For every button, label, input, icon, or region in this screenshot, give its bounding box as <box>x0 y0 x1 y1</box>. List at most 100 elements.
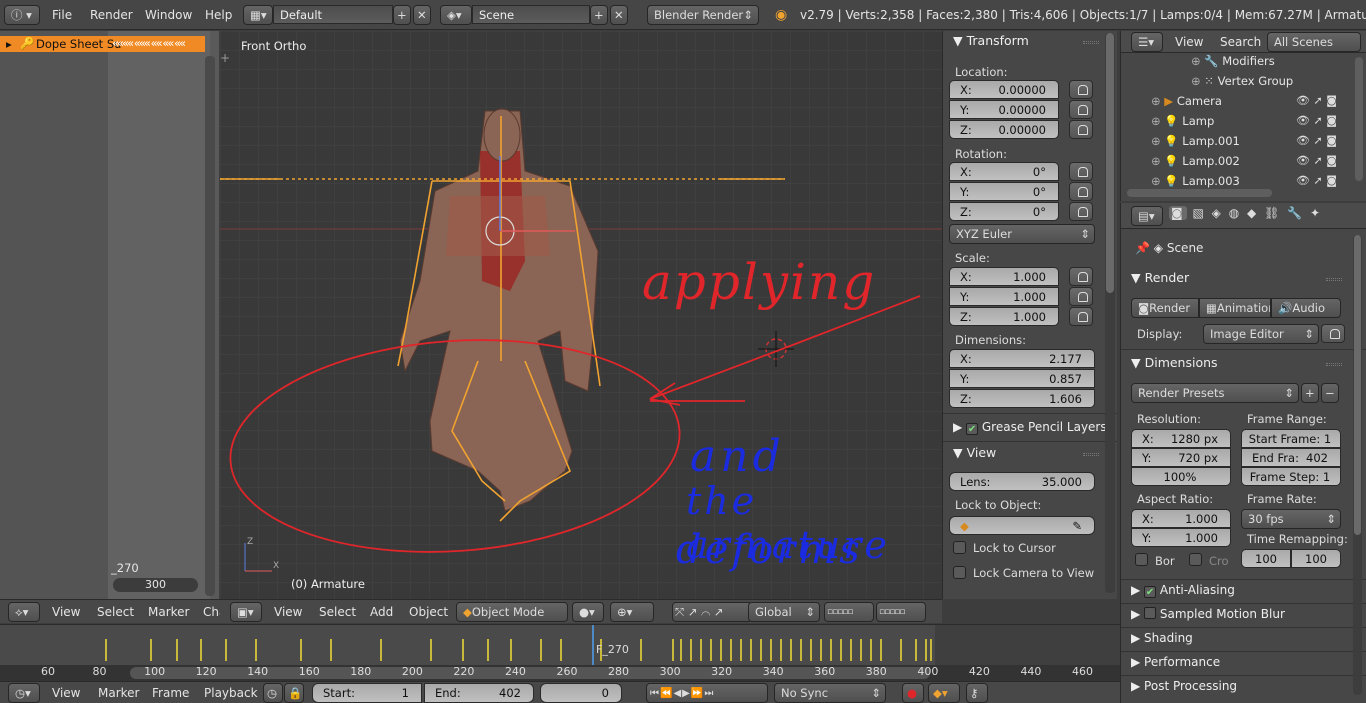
render-tab-icon[interactable]: ◙ <box>1169 206 1187 220</box>
interaction-mode-dropdown[interactable]: ◆ Object Mode <box>456 602 568 622</box>
pivot-dropdown[interactable]: ⊕▾ <box>610 602 654 622</box>
render-engine-dropdown[interactable]: Blender Render ⇕ <box>647 5 759 25</box>
current-frame-input[interactable]: 0 <box>540 683 622 703</box>
grease-pencil-panel-header[interactable]: ▶ ✔ Grease Pencil Layers <box>953 420 1107 435</box>
data-tab-icon[interactable]: ✦ <box>1310 206 1322 220</box>
menu-window[interactable]: Window <box>145 8 192 22</box>
scrollbar-thumb[interactable] <box>1354 235 1361 535</box>
shading-dropdown[interactable]: ●▾ <box>572 602 604 622</box>
outliner-item-vertex-group[interactable]: ⊕ ⁙ Vertex Group <box>1191 74 1293 88</box>
manipulator-buttons[interactable]: ⤧ ↗ ⌒ ↗ <box>672 602 752 622</box>
render-layers-icon[interactable]: ▧ <box>1192 206 1205 220</box>
checkbox-checked-icon[interactable]: ✔ <box>966 423 979 435</box>
transform-panel-header[interactable]: ▼ Transform <box>953 33 1029 48</box>
jump-start-icon[interactable]: ⏮ <box>650 688 660 699</box>
preview-range-button[interactable]: ◷ <box>263 683 283 703</box>
render-camera-icon[interactable]: ◙ <box>1326 174 1337 187</box>
scene-add-button[interactable]: + <box>590 5 608 25</box>
eye-icon[interactable]: 👁 <box>1296 154 1310 167</box>
visibility-toggles[interactable]: 👁 ➚ ◙ <box>1296 114 1337 127</box>
outliner-h-scrollbar[interactable] <box>1127 189 1272 197</box>
layout-add-button[interactable]: + <box>393 5 411 25</box>
editor-type-dopesheet-button[interactable]: ⟡▾ <box>8 602 40 622</box>
lock-location-z-icon[interactable] <box>1069 120 1093 139</box>
horizontal-scroll-field[interactable]: 300 <box>113 578 198 592</box>
eye-icon[interactable]: 👁 <box>1296 174 1310 187</box>
shading-header[interactable]: ▶ Shading <box>1131 631 1193 645</box>
visibility-toggles[interactable]: 👁 ➚ ◙ <box>1296 134 1337 147</box>
layers-block-1[interactable]: ▫▫▫▫▫ <box>824 602 874 622</box>
resolution-x-field[interactable]: X: 1280 px <box>1131 429 1231 448</box>
lock-rotation-y-icon[interactable] <box>1069 182 1093 201</box>
start-frame-field[interactable]: Start Frame: 1 <box>1241 429 1341 448</box>
lock-to-cursor-checkbox[interactable] <box>953 541 966 554</box>
render-camera-icon[interactable]: ◙ <box>1326 134 1337 147</box>
drag-gripper-icon[interactable] <box>1083 453 1099 456</box>
outliner-v-scrollbar[interactable] <box>1355 57 1363 181</box>
scale-x-field[interactable]: X: 1.000 <box>949 267 1059 286</box>
keying-set-button[interactable]: ⚷ <box>966 683 988 703</box>
play-icon[interactable]: ▶ <box>682 688 691 699</box>
editor-type-timeline-button[interactable]: ◷▾ <box>8 683 40 703</box>
viewport-menu-object[interactable]: Object <box>409 605 448 619</box>
timeline-area[interactable]: F_270 60 80 100 120 140 160 180 200 220 240 260 280… <box>0 624 1120 681</box>
eye-icon[interactable]: 👁 <box>1296 134 1310 147</box>
sync-dropdown[interactable]: No Sync ⇕ <box>774 683 886 703</box>
editor-type-properties-button[interactable]: ▤▾ <box>1131 206 1163 226</box>
anti-aliasing-header[interactable]: ▶ ✔ Anti-Aliasing <box>1131 583 1235 598</box>
drag-gripper-icon[interactable] <box>1083 41 1099 44</box>
display-dropdown[interactable]: Image Editor ⇕ <box>1203 324 1319 344</box>
post-processing-header[interactable]: ▶ Post Processing <box>1131 679 1237 693</box>
cursor-select-icon[interactable]: ➚ <box>1313 174 1322 187</box>
lock-rotation-x-icon[interactable] <box>1069 162 1093 181</box>
dimension-x-field[interactable]: X: 2.177 <box>949 349 1095 368</box>
remove-preset-button[interactable]: − <box>1321 383 1339 403</box>
editor-type-3dview-button[interactable]: ▣▾ <box>230 602 262 622</box>
checkbox-unchecked-icon[interactable] <box>1144 607 1157 619</box>
cursor-select-icon[interactable]: ➚ <box>1313 134 1322 147</box>
eyedropper-icon[interactable]: ✎ <box>1072 519 1082 533</box>
outliner-item-lamp[interactable]: ⊕ 💡 Lamp <box>1151 114 1214 128</box>
performance-header[interactable]: ▶ Performance <box>1131 655 1220 669</box>
checkbox-checked-icon[interactable]: ✔ <box>1144 586 1157 598</box>
scene-name-field[interactable]: Scene <box>472 5 590 24</box>
menu-render[interactable]: Render <box>90 8 133 22</box>
world-tab-icon[interactable]: ◍ <box>1229 206 1241 220</box>
lock-scale-x-icon[interactable] <box>1069 267 1093 286</box>
editor-type-outliner-button[interactable]: ☰▾ <box>1131 32 1163 52</box>
scene-tab-icon[interactable]: ◈ <box>1212 206 1223 220</box>
location-x-field[interactable]: X: 0.00000 <box>949 80 1059 99</box>
expand-plus-icon[interactable]: ⊕ <box>1151 94 1161 108</box>
outliner-item-camera[interactable]: ⊕ ▶ Camera <box>1151 94 1222 108</box>
prev-keyframe-icon[interactable]: ⏪ <box>660 688 673 699</box>
expand-plus-icon[interactable]: ⊕ <box>1151 154 1161 168</box>
frame-rate-dropdown[interactable]: 30 fps ⇕ <box>1241 509 1341 529</box>
render-camera-icon[interactable]: ◙ <box>1326 154 1337 167</box>
layout-remove-button[interactable]: ✕ <box>413 5 431 25</box>
outliner-item-lamp-002[interactable]: ⊕ 💡 Lamp.002 <box>1151 154 1240 168</box>
dopesheet-menu-marker[interactable]: Marker <box>148 605 189 619</box>
constraints-icon[interactable]: ⛓ <box>1264 206 1281 220</box>
lens-field[interactable]: Lens: 35.000 <box>949 472 1095 491</box>
lock-location-x-icon[interactable] <box>1069 80 1093 99</box>
add-preset-button[interactable]: + <box>1301 383 1319 403</box>
expand-plus-icon[interactable]: ⊕ <box>1151 174 1161 188</box>
cursor-select-icon[interactable]: ➚ <box>1313 94 1322 107</box>
timeline-menu-view[interactable]: View <box>52 686 80 700</box>
scale-z-field[interactable]: Z: 1.000 <box>949 307 1059 326</box>
eye-icon[interactable]: 👁 <box>1296 114 1310 127</box>
layers-block-2[interactable]: ▫▫▫▫▫ <box>876 602 926 622</box>
modifiers-tab-icon[interactable]: 🔧 <box>1287 206 1304 220</box>
dimensions-panel-header[interactable]: ▼ Dimensions <box>1131 355 1218 370</box>
audio-button[interactable]: 🔊 Audio <box>1271 298 1341 318</box>
n-panel-scrollbar[interactable] <box>1105 33 1115 593</box>
timeline-menu-marker[interactable]: Marker <box>98 686 139 700</box>
context-tabs[interactable]: ◙ ▧ ◈ ◍ ◆ ⛓ 🔧 ✦ <box>1169 206 1365 226</box>
keying-type-dropdown[interactable]: ◆▾ <box>928 683 960 703</box>
object-tab-icon[interactable]: ◆ <box>1247 206 1258 220</box>
visibility-toggles[interactable]: 👁 ➚ ◙ <box>1296 174 1337 187</box>
rotation-y-field[interactable]: Y: 0° <box>949 182 1059 201</box>
render-camera-icon[interactable]: ◙ <box>1326 114 1337 127</box>
cursor-select-icon[interactable]: ➚ <box>1313 154 1322 167</box>
resolution-percentage-field[interactable]: 100% <box>1131 467 1231 486</box>
